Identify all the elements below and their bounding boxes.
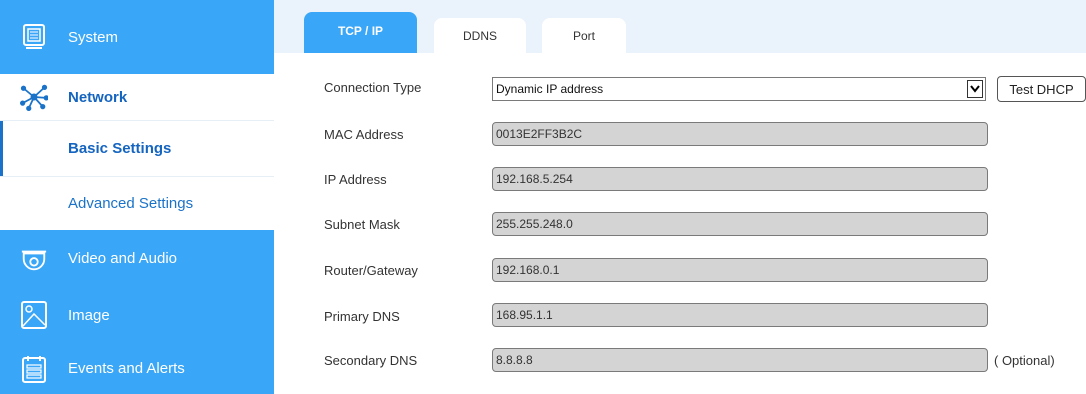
sidebar-item-advanced-settings[interactable]: Advanced Settings — [0, 177, 274, 230]
sidebar: System Network Basic Settings Advanced S… — [0, 0, 274, 394]
sidebar-item-label: Basic Settings — [68, 140, 172, 157]
events-icon — [20, 355, 48, 383]
system-icon — [20, 23, 48, 51]
subnet-mask-field[interactable]: 255.255.248.0 — [492, 212, 988, 236]
network-icon — [20, 83, 48, 111]
sidebar-item-label: Advanced Settings — [68, 195, 194, 212]
tab-port[interactable]: Port — [542, 18, 626, 53]
sidebar-item-network[interactable]: Network — [0, 74, 274, 120]
primary-dns-field[interactable]: 168.95.1.1 — [492, 303, 988, 327]
connection-type-value: Dynamic IP address — [496, 82, 604, 96]
sidebar-item-basic-settings[interactable]: Basic Settings — [0, 121, 274, 176]
sidebar-item-video-and-audio[interactable]: Video and Audio — [0, 230, 274, 287]
mac-address-label: MAC Address — [324, 127, 404, 142]
secondary-dns-field[interactable]: 8.8.8.8 — [492, 348, 988, 372]
camera-icon — [20, 245, 48, 273]
connection-type-label: Connection Type — [324, 80, 422, 95]
sidebar-item-system[interactable]: System — [0, 0, 274, 74]
ip-address-field[interactable]: 192.168.5.254 — [492, 167, 988, 191]
gateway-label: Router/Gateway — [324, 263, 418, 278]
ip-address-label: IP Address — [324, 172, 387, 187]
sidebar-item-image[interactable]: Image — [0, 287, 274, 343]
chevron-down-icon[interactable] — [967, 80, 983, 98]
image-icon — [20, 301, 48, 329]
connection-type-select[interactable]: Dynamic IP address — [492, 77, 986, 101]
sidebar-item-label: Video and Audio — [68, 250, 177, 267]
mac-address-field[interactable]: 0013E2FF3B2C — [492, 122, 988, 146]
sidebar-item-label: Image — [68, 306, 110, 324]
test-dhcp-button[interactable]: Test DHCP — [997, 76, 1086, 102]
gateway-field[interactable]: 192.168.0.1 — [492, 258, 988, 282]
tab-bar: TCP / IP DDNS Port — [274, 0, 1086, 53]
sidebar-item-label: Network — [68, 88, 128, 106]
tab-tcp-ip[interactable]: TCP / IP — [304, 12, 417, 53]
subnet-mask-label: Subnet Mask — [324, 217, 400, 232]
tab-ddns[interactable]: DDNS — [434, 18, 526, 53]
sidebar-item-label: System — [68, 28, 119, 46]
sidebar-item-events-and-alerts[interactable]: Events and Alerts — [0, 343, 274, 394]
sidebar-item-label: Events and Alerts — [68, 360, 185, 377]
secondary-dns-label: Secondary DNS — [324, 353, 418, 368]
optional-note: ( Optional) — [994, 353, 1055, 368]
primary-dns-label: Primary DNS — [324, 309, 400, 324]
active-indicator — [0, 121, 3, 176]
main-panel: TCP / IP DDNS Port Connection Type Dynam… — [274, 0, 1086, 394]
